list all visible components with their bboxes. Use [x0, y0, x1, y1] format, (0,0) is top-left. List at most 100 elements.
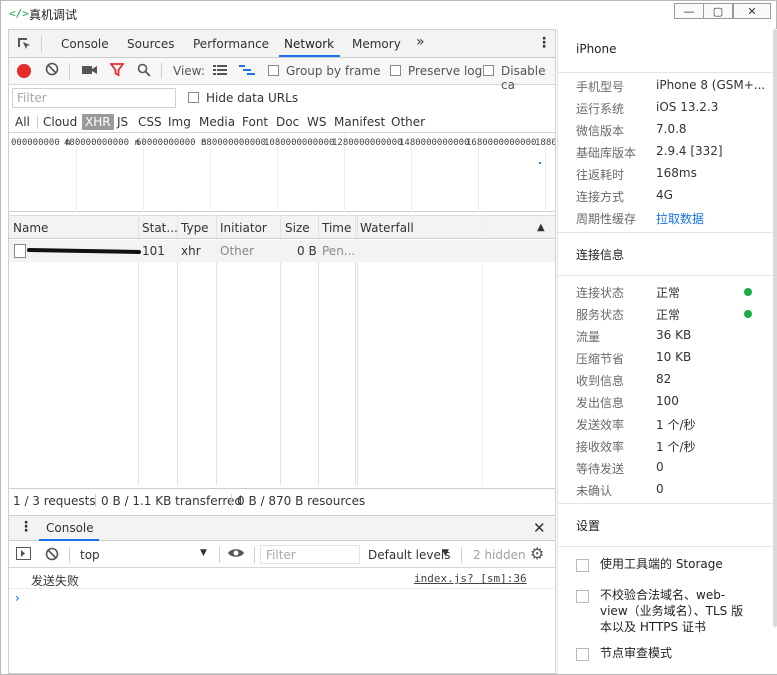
info-label: 周期性缓存 — [576, 212, 637, 226]
console-message: 发送失败 index.js? [sm]:36 — [9, 569, 555, 589]
node-inspect-checkbox[interactable] — [576, 648, 589, 661]
col-status[interactable]: Stat... — [142, 221, 178, 235]
info-label: 微信版本 — [576, 124, 625, 138]
minimize-button[interactable]: — — [674, 3, 704, 19]
sort-ascending-icon[interactable]: ▲ — [537, 222, 545, 233]
minimize-icon: — — [683, 4, 695, 18]
scrollbar[interactable] — [773, 29, 777, 627]
inspect-element-icon[interactable] — [17, 37, 31, 54]
console-prompt[interactable]: › — [15, 591, 20, 605]
more-tabs-icon[interactable]: » — [416, 34, 425, 50]
group-by-frame-checkbox[interactable] — [268, 65, 279, 76]
conn-label: 服务状态 — [576, 308, 625, 322]
tab-console[interactable]: Console — [61, 37, 109, 51]
preserve-log-label: Preserve log — [408, 64, 483, 78]
type-ws[interactable]: WS — [307, 115, 326, 129]
fetch-data-link[interactable]: 拉取数据 — [656, 210, 704, 227]
timeline-label: 480000000000 n — [64, 138, 140, 148]
type-all[interactable]: All — [15, 115, 30, 129]
tab-network[interactable]: Network — [284, 37, 334, 51]
use-storage-label: 使用工具端的 Storage — [600, 557, 723, 571]
record-icon[interactable] — [17, 64, 31, 78]
col-time[interactable]: Time — [322, 221, 351, 235]
devtools-tab-bar: Console Sources Performance Network Memo… — [9, 30, 555, 58]
list-view-icon[interactable] — [213, 64, 227, 79]
tab-performance[interactable]: Performance — [193, 37, 269, 51]
conn-label: 发出信息 — [576, 396, 625, 410]
levels-chevron-icon[interactable]: ▼ — [442, 548, 449, 558]
status-ok-indicator — [744, 288, 752, 296]
type-manifest[interactable]: Manifest — [334, 115, 385, 129]
type-img[interactable]: Img — [168, 115, 191, 129]
use-storage-checkbox[interactable] — [576, 559, 589, 572]
divider — [41, 36, 42, 52]
kebab-menu-icon[interactable]: ⋮ — [537, 35, 551, 51]
filter-input[interactable]: Filter — [12, 88, 176, 108]
type-other[interactable]: Other — [391, 115, 425, 129]
type-xhr[interactable]: XHR — [82, 114, 114, 130]
col-name[interactable]: Name — [13, 221, 48, 235]
network-overview-timeline[interactable]: 000000000 n 480000000000 n 60000000000 n… — [9, 134, 555, 212]
clear-console-icon[interactable] — [45, 547, 59, 564]
close-window-button[interactable]: ✕ — [733, 3, 771, 19]
row-status: 101 — [142, 244, 165, 258]
skip-domain-check-checkbox[interactable] — [576, 590, 589, 603]
col-type[interactable]: Type — [181, 221, 209, 235]
settings-title: 设置 — [576, 519, 601, 533]
status-ok-indicator — [744, 310, 752, 318]
close-drawer-icon[interactable]: ✕ — [533, 519, 546, 537]
timeline-label: 1480000000000 — [399, 138, 470, 148]
clear-icon[interactable] — [45, 62, 59, 79]
camera-icon[interactable] — [82, 64, 97, 79]
col-initiator[interactable]: Initiator — [220, 221, 267, 235]
sidebar-toggle-icon[interactable] — [16, 547, 31, 563]
divider — [254, 547, 255, 563]
requests-table-header: Name Stat... Type Initiator Size Time Wa… — [9, 215, 555, 239]
redacted-name — [26, 248, 142, 254]
console-filter-input[interactable]: Filter — [260, 545, 360, 564]
type-media[interactable]: Media — [199, 115, 235, 129]
waterfall-view-icon[interactable] — [239, 64, 255, 79]
title-bar: </> 真机调试 — ▢ ✕ — [1, 1, 776, 27]
context-select[interactable]: top — [80, 548, 100, 562]
col-size[interactable]: Size — [285, 221, 310, 235]
col-waterfall[interactable]: Waterfall — [360, 221, 414, 235]
info-label: 手机型号 — [576, 80, 625, 94]
disable-cache-checkbox[interactable] — [483, 65, 494, 76]
tab-memory[interactable]: Memory — [352, 37, 401, 51]
divider — [37, 116, 38, 129]
gear-icon[interactable]: ⚙ — [530, 544, 544, 563]
filter-icon[interactable] — [109, 63, 125, 80]
tab-sources[interactable]: Sources — [127, 37, 174, 51]
divider — [69, 63, 70, 79]
close-icon: ✕ — [747, 4, 757, 18]
conn-label: 压缩节省 — [576, 352, 625, 366]
search-icon[interactable] — [137, 63, 151, 80]
console-toolbar: top ▼ Filter Default levels ▼ 2 hidden ⚙ — [9, 542, 555, 568]
message-source-link[interactable]: index.js? [sm]:36 — [414, 572, 527, 585]
type-js[interactable]: JS — [117, 115, 128, 129]
hide-data-urls-label: Hide data URLs — [206, 91, 299, 105]
hide-data-urls-checkbox[interactable] — [188, 92, 199, 103]
view-label: View: — [173, 64, 205, 78]
type-doc[interactable]: Doc — [276, 115, 299, 129]
conn-label: 接收效率 — [576, 440, 625, 454]
row-type: xhr — [181, 244, 201, 258]
preserve-log-checkbox[interactable] — [390, 65, 401, 76]
log-levels-select[interactable]: Default levels — [368, 548, 450, 562]
active-tab-indicator — [279, 55, 340, 57]
conn-value: 100 — [656, 394, 679, 408]
drawer-menu-icon[interactable]: ⋮ — [19, 519, 33, 535]
chevron-down-icon[interactable]: ▼ — [200, 548, 207, 558]
timeline-label: 1080000000000 — [264, 138, 335, 148]
table-row[interactable]: 101 xhr Other 0 B Pen... — [9, 240, 555, 262]
type-font[interactable]: Font — [242, 115, 268, 129]
conn-value: 1 个/秒 — [656, 418, 696, 432]
type-css[interactable]: CSS — [138, 115, 162, 129]
status-requests: 1 / 3 requests — [13, 494, 96, 508]
active-tab-indicator — [39, 539, 99, 541]
type-cloud[interactable]: Cloud — [43, 115, 77, 129]
eye-icon[interactable] — [227, 547, 245, 562]
drawer-tab-console[interactable]: Console — [46, 521, 94, 535]
maximize-button[interactable]: ▢ — [703, 3, 733, 19]
